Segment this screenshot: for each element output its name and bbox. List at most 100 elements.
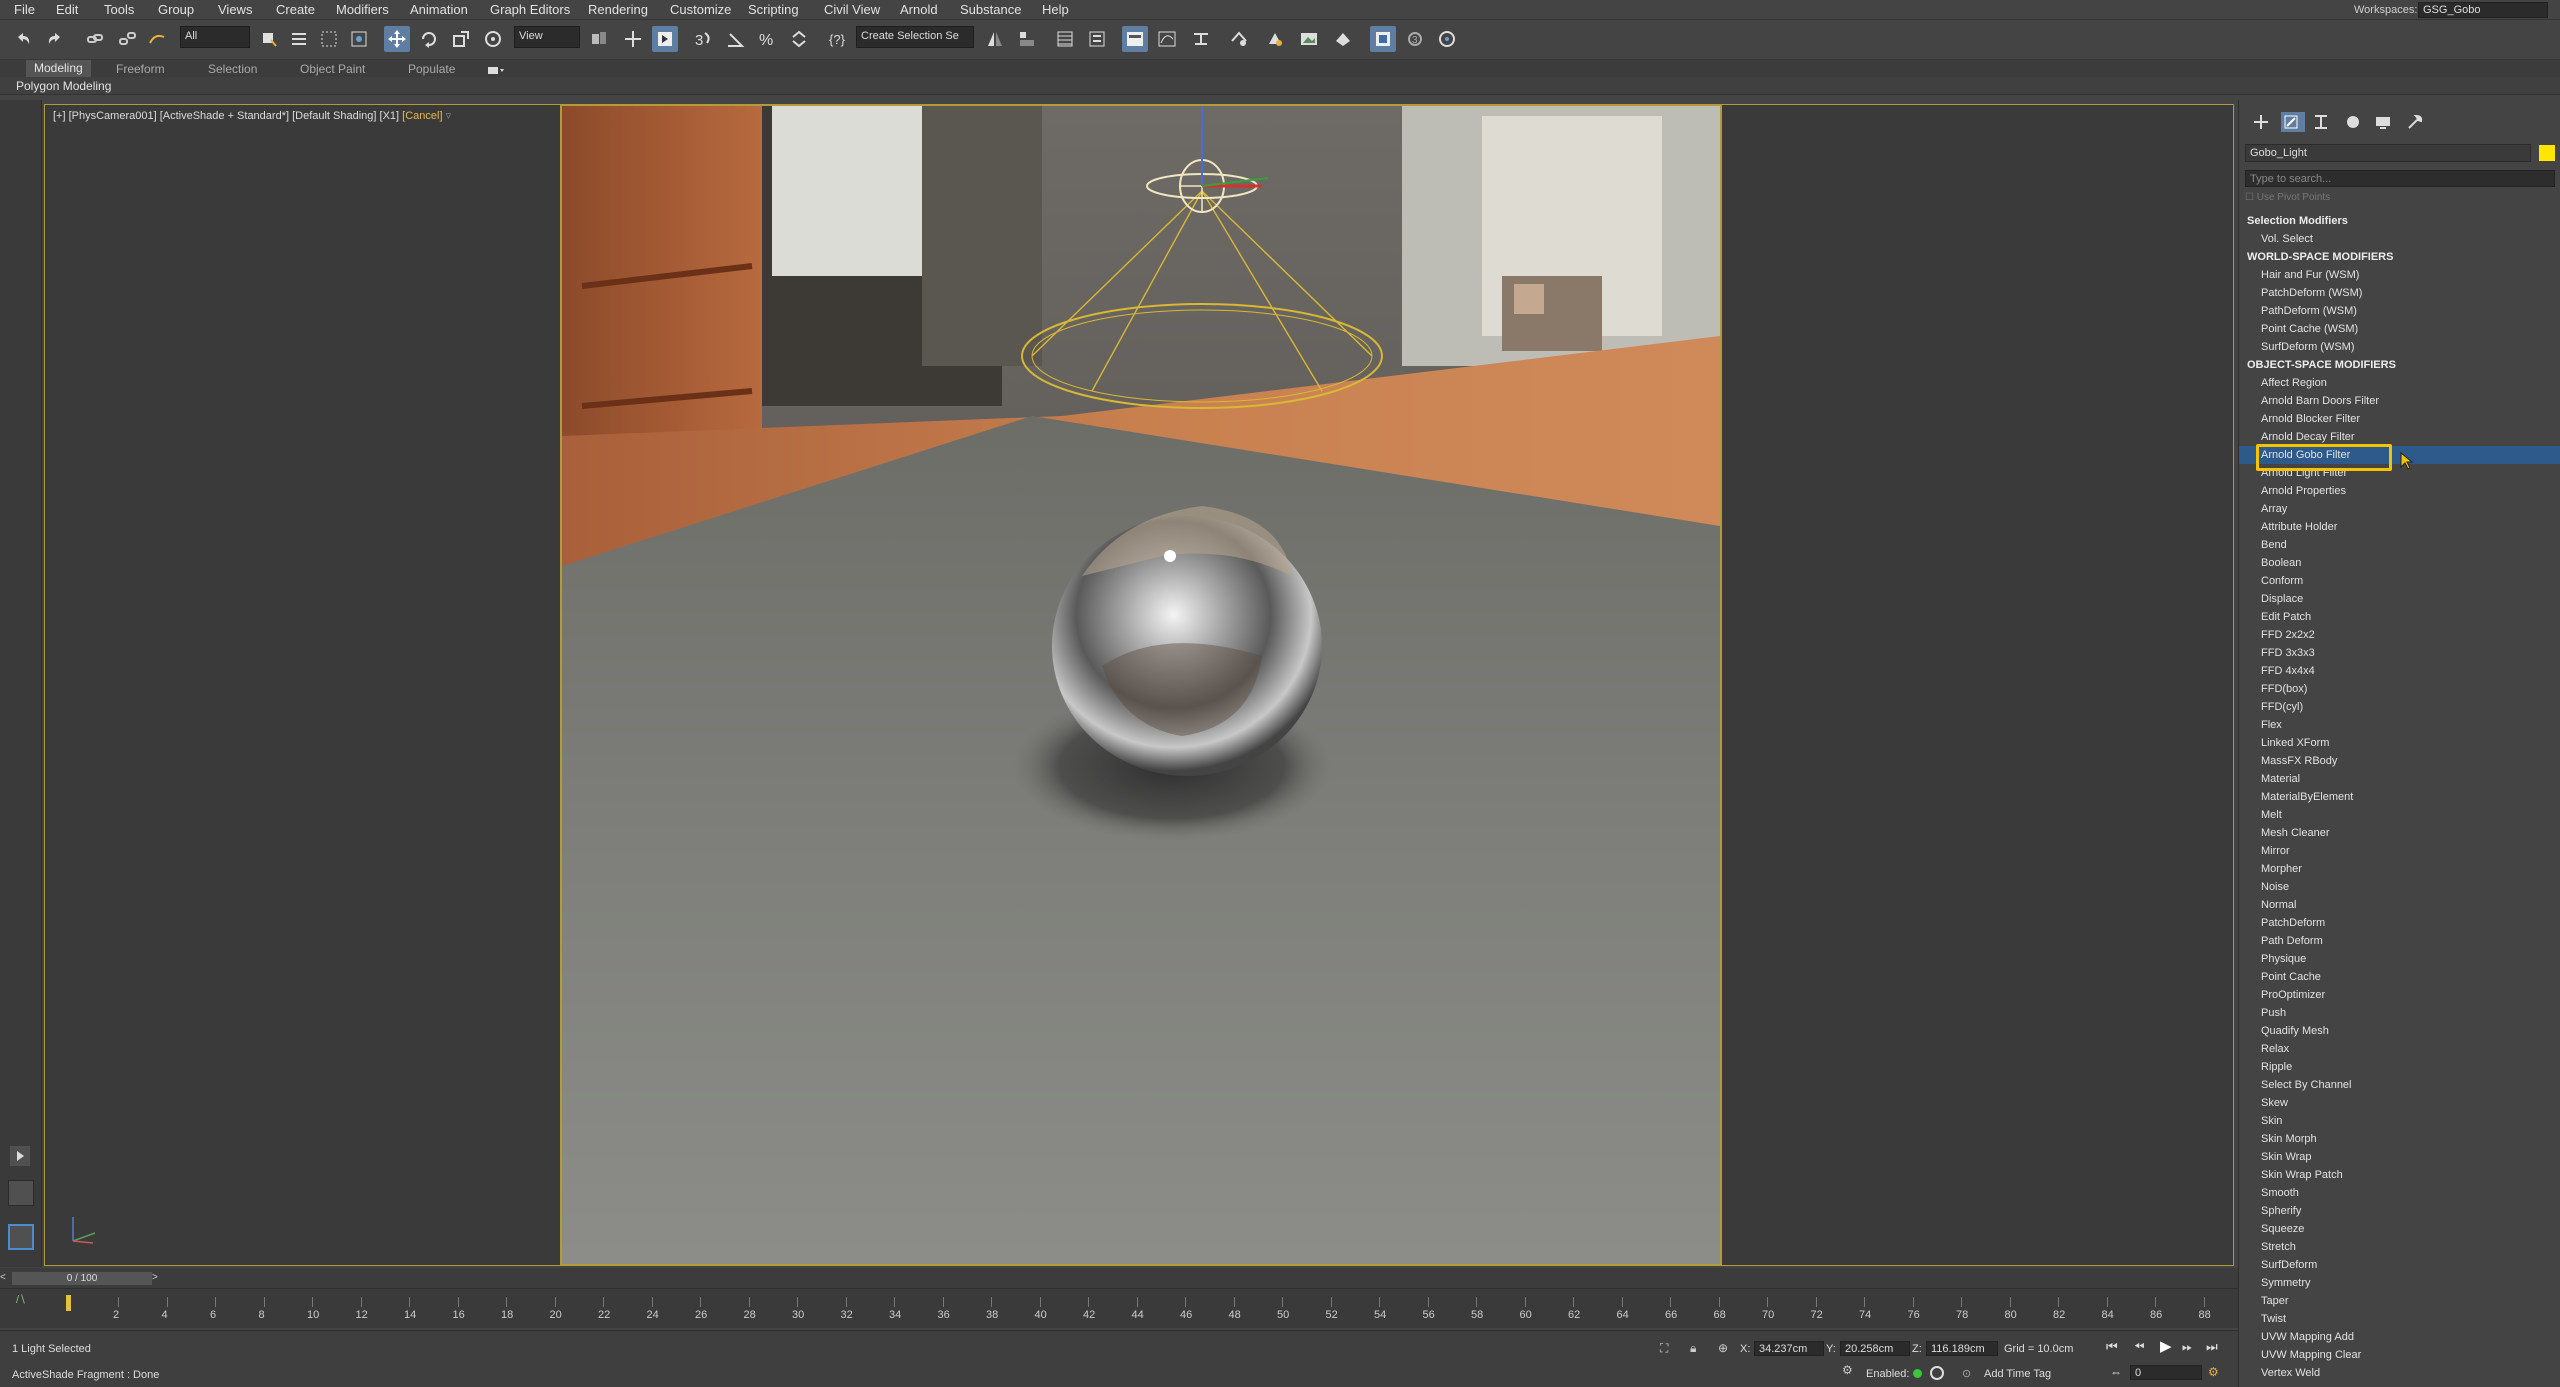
schematic-view-icon[interactable]	[1188, 26, 1214, 52]
modifier-item[interactable]: Point Cache (WSM)	[2239, 320, 2560, 338]
viewport-label[interactable]: [+] [PhysCamera001] [ActiveShade + Stand…	[53, 109, 451, 122]
go-to-start-icon[interactable]: ⏮	[2106, 1339, 2118, 1355]
snaps-toggle-icon[interactable]: 3	[690, 26, 716, 52]
current-frame-marker[interactable]	[66, 1295, 71, 1311]
modifier-item[interactable]: Ripple	[2239, 1058, 2560, 1076]
modifier-item[interactable]: Edit Patch	[2239, 608, 2560, 626]
go-to-end-icon[interactable]: ⏭	[2206, 1339, 2218, 1355]
motion-tab-icon[interactable]	[2343, 112, 2367, 132]
percent-snap-icon[interactable]: %	[754, 26, 780, 52]
a360-gallery-icon[interactable]	[1434, 26, 1460, 52]
rendered-frame-window-icon[interactable]	[1296, 26, 1322, 52]
next-frame-icon[interactable]: ⏩︎	[2182, 1339, 2192, 1355]
redo-button[interactable]	[42, 26, 68, 52]
add-time-tag-label[interactable]: Add Time Tag	[1984, 1368, 2051, 1380]
modifier-item[interactable]: SurfDeform	[2239, 1256, 2560, 1274]
modifier-item[interactable]: Bend	[2239, 536, 2560, 554]
selection-lock-icon[interactable]: 🔒︎	[1690, 1341, 1696, 1356]
bind-spacewarp-icon[interactable]	[144, 26, 170, 52]
modifier-item[interactable]: Stretch	[2239, 1238, 2560, 1256]
undo-button[interactable]	[10, 26, 36, 52]
menu-animation[interactable]: Animation	[410, 2, 468, 17]
render-in-cloud-icon[interactable]: 3	[1402, 26, 1428, 52]
modifier-item[interactable]: Conform	[2239, 572, 2560, 590]
spinner-snap-icon[interactable]	[786, 26, 812, 52]
modifier-item[interactable]: Linked XForm	[2239, 734, 2560, 752]
modifier-item[interactable]: Vertex Weld	[2239, 1364, 2560, 1382]
modifier-item[interactable]: PatchDeform (WSM)	[2239, 284, 2560, 302]
modifier-item[interactable]: FFD 4x4x4	[2239, 662, 2560, 680]
select-manipulate-icon[interactable]	[620, 26, 646, 52]
add-time-tag-icon[interactable]: ⊙	[1962, 1367, 1971, 1380]
menu-graph-editors[interactable]: Graph Editors	[490, 2, 570, 17]
utilities-tab-icon[interactable]	[2405, 112, 2429, 132]
modifier-item[interactable]: Point Cache	[2239, 968, 2560, 986]
modifier-item[interactable]: Material	[2239, 770, 2560, 788]
render-production-icon[interactable]	[1330, 26, 1356, 52]
modifier-item[interactable]: Boolean	[2239, 554, 2560, 572]
mirror-icon[interactable]	[982, 26, 1008, 52]
modifier-item[interactable]: Morpher	[2239, 860, 2560, 878]
modifier-item[interactable]: UVW Mapping Add	[2239, 1328, 2560, 1346]
hierarchy-tab-icon[interactable]	[2311, 112, 2335, 132]
modifier-item[interactable]: Skin Wrap	[2239, 1148, 2560, 1166]
modifier-item[interactable]: FFD(box)	[2239, 680, 2560, 698]
toggle-ribbon-icon[interactable]	[1122, 26, 1148, 52]
modifier-item[interactable]: Hair and Fur (WSM)	[2239, 266, 2560, 284]
named-selection-sets-dropdown[interactable]: Create Selection Se	[856, 26, 974, 48]
modifier-item[interactable]: Mesh Cleaner	[2239, 824, 2560, 842]
modify-tab-icon[interactable]	[2281, 112, 2305, 132]
menu-help[interactable]: Help	[1042, 2, 1069, 17]
modifier-item[interactable]: Displace	[2239, 590, 2560, 608]
x-coordinate-field[interactable]: 34.237cm	[1754, 1341, 1824, 1356]
menu-customize[interactable]: Customize	[670, 2, 731, 17]
modifier-item[interactable]: Push	[2239, 1004, 2560, 1022]
modifier-item[interactable]: Skin Wrap Patch	[2239, 1166, 2560, 1184]
modifier-item[interactable]: Skin Morph	[2239, 1130, 2560, 1148]
track-bar[interactable]: /∖ 2 4 6 8 10 12 14 16 18 20 22 24 26 28 30 32 34 36 38 40 4…	[0, 1288, 2238, 1328]
tab-selection[interactable]: Selection	[208, 62, 257, 76]
modifier-item[interactable]: PathDeform (WSM)	[2239, 302, 2560, 320]
tab-freeform[interactable]: Freeform	[116, 62, 165, 76]
modifier-item[interactable]: ProOptimizer	[2239, 986, 2560, 1004]
modifier-item[interactable]: Relax	[2239, 1040, 2560, 1058]
modifier-item[interactable]: Twist	[2239, 1310, 2560, 1328]
object-name-field[interactable]: Gobo_Light	[2245, 144, 2531, 162]
y-coordinate-field[interactable]: 20.258cm	[1840, 1341, 1910, 1356]
absolute-mode-icon[interactable]: ⊕	[1718, 1341, 1728, 1355]
modifier-item[interactable]: FFD(cyl)	[2239, 698, 2560, 716]
menu-rendering[interactable]: Rendering	[588, 2, 648, 17]
pivot-center-icon[interactable]	[586, 26, 612, 52]
play-icon[interactable]: ▶	[2160, 1337, 2172, 1355]
time-slider[interactable]: < 0 / 100 >	[0, 1268, 2238, 1288]
modifier-item[interactable]: Arnold Properties	[2239, 482, 2560, 500]
time-slider-prev-icon[interactable]: <	[0, 1272, 10, 1285]
expand-layout-icon[interactable]	[10, 1146, 30, 1166]
time-configuration-icon[interactable]: ⚙	[2208, 1365, 2219, 1379]
cancel-render-link[interactable]: [Cancel]	[402, 110, 442, 122]
menu-edit[interactable]: Edit	[56, 2, 78, 17]
filter-icon[interactable]: ▿	[446, 110, 452, 122]
time-tag-icon[interactable]	[1930, 1366, 1944, 1380]
layout-active-view-button[interactable]	[8, 1224, 34, 1250]
workspace-dropdown[interactable]: GSG_Gobo	[2418, 2, 2548, 18]
select-and-rotate-icon[interactable]	[416, 26, 442, 52]
modifier-item[interactable]: PatchDeform	[2239, 914, 2560, 932]
use-pivot-points-checkbox[interactable]: ☐ Use Pivot Points	[2245, 192, 2330, 203]
modifier-item[interactable]: Smooth	[2239, 1184, 2560, 1202]
keyboard-shortcut-override-icon[interactable]	[652, 26, 678, 52]
scene-explorer-icon[interactable]	[1052, 26, 1078, 52]
modifier-item[interactable]: FFD 2x2x2	[2239, 626, 2560, 644]
reference-coordinate-dropdown[interactable]: View	[514, 26, 580, 48]
modifier-item[interactable]: Symmetry	[2239, 1274, 2560, 1292]
modifier-item[interactable]: Quadify Mesh	[2239, 1022, 2560, 1040]
modifier-item[interactable]: Skin	[2239, 1112, 2560, 1130]
selection-filter-dropdown[interactable]: All	[180, 26, 250, 48]
modifier-item[interactable]: Vol. Select	[2239, 230, 2560, 248]
create-tab-icon[interactable]	[2251, 112, 2275, 132]
menu-modifiers[interactable]: Modifiers	[336, 2, 389, 17]
menu-arnold[interactable]: Arnold	[900, 2, 938, 17]
viewport-label-text[interactable]: [+] [PhysCamera001] [ActiveShade + Stand…	[53, 110, 399, 122]
modifier-item[interactable]: Mirror	[2239, 842, 2560, 860]
modifier-item[interactable]: Spherify	[2239, 1202, 2560, 1220]
